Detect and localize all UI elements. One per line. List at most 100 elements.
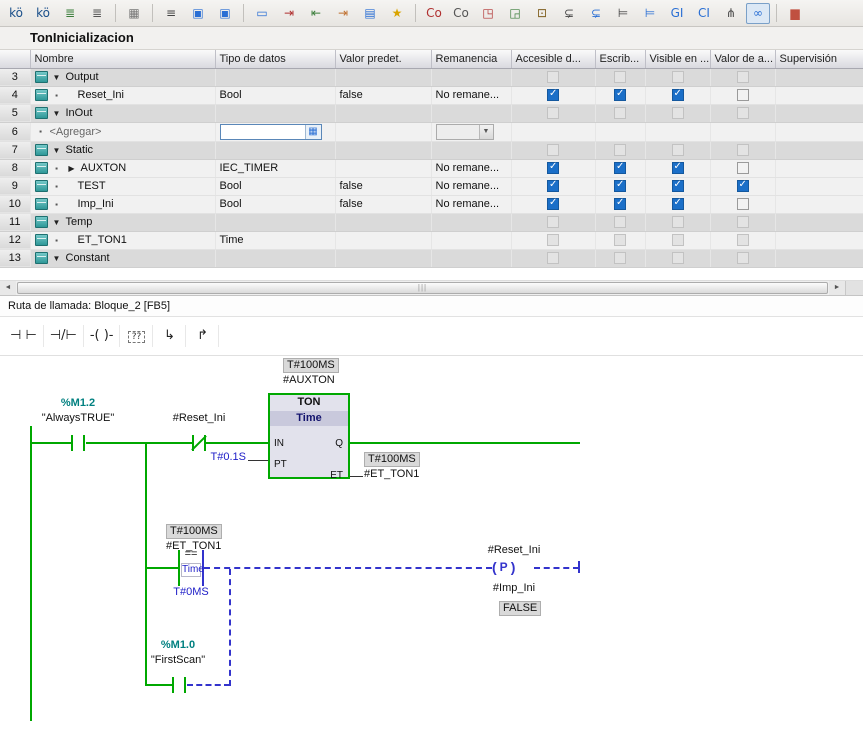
column-header[interactable]: Nombre (30, 50, 215, 68)
column-header[interactable]: Valor de a... (710, 50, 775, 68)
retain-cell[interactable] (431, 231, 511, 249)
remove-eno-icon[interactable]: Co (449, 3, 473, 24)
checkbox-cell[interactable] (511, 177, 595, 195)
maximize-interface-icon[interactable]: ▣ (186, 3, 210, 24)
interface-row[interactable]: 8▪▶AUXTONIEC_TIMERNo remane... (0, 159, 863, 177)
variable-name[interactable]: Imp_Ini (78, 198, 114, 210)
interface-row[interactable]: 9▪TESTBoolfalseNo remane... (0, 177, 863, 195)
insert-nc-contact-icon[interactable]: ⊣/⊢ (45, 322, 82, 350)
interface-row[interactable]: 13▼Constant (0, 249, 863, 267)
collapse-triangle-icon[interactable]: ▼ (51, 109, 63, 118)
split-editor-icon[interactable]: ⋔ (719, 3, 743, 24)
datatype-cell[interactable]: Bool (215, 177, 335, 195)
default-value-cell[interactable] (335, 231, 431, 249)
collapse-triangle-icon[interactable]: ▼ (51, 73, 63, 82)
p-coil[interactable]: (P) (492, 560, 515, 574)
checkbox-cell[interactable] (595, 177, 645, 195)
variable-name[interactable]: Output (66, 71, 99, 83)
scroll-right-button[interactable]: ► (829, 281, 845, 295)
variable-name[interactable]: AUXTON (81, 162, 127, 174)
row-number[interactable]: 9 (0, 177, 30, 195)
interface-row[interactable]: 3 ▼Output (0, 68, 863, 86)
default-value-cell[interactable] (335, 122, 431, 141)
row-number[interactable]: 8 (0, 159, 30, 177)
apply-snapshot-icon[interactable]: ⇥ (331, 3, 355, 24)
checkbox-cell[interactable] (595, 195, 645, 213)
coil-operand[interactable]: #Reset_Ini (478, 544, 550, 556)
checkbox-visible[interactable] (672, 180, 684, 192)
column-header[interactable]: Valor predet. (335, 50, 431, 68)
retain-cell[interactable]: No remane... (431, 177, 511, 195)
variable-name[interactable]: Reset_Ini (78, 89, 124, 101)
row-number[interactable]: 3 (0, 68, 30, 86)
contact-operand[interactable]: %M1.0 (146, 639, 210, 651)
interface-row[interactable]: 7▼Static (0, 141, 863, 159)
name-cell[interactable]: ▪▶AUXTON (30, 159, 215, 177)
close-branch-box-icon[interactable]: ◲ (503, 3, 527, 24)
open-branch-box-icon[interactable]: ◳ (476, 3, 500, 24)
expand-members-icon[interactable]: ≡ (159, 3, 183, 24)
minimize-interface-icon[interactable]: ▣ (213, 3, 237, 24)
datatype-cell[interactable] (215, 104, 335, 122)
column-header[interactable]: Visible en ... (645, 50, 710, 68)
checkbox-cell[interactable] (645, 195, 710, 213)
row-number[interactable]: 11 (0, 213, 30, 231)
go-to-previous-icon[interactable]: GI (665, 3, 689, 24)
interface-row[interactable]: 4▪Reset_IniBoolfalseNo remane... (0, 86, 863, 104)
load-snapshot-icon[interactable]: ⇥ (277, 3, 301, 24)
checkbox-accesible[interactable] (547, 198, 559, 210)
default-value-cell[interactable] (335, 141, 431, 159)
checkbox-cell[interactable] (710, 159, 775, 177)
assignment-icon[interactable]: ⊨ (611, 3, 635, 24)
insert-empty-box-icon[interactable]: ?? (121, 322, 151, 350)
checkbox-accesible[interactable] (547, 162, 559, 174)
checkbox-cell[interactable] (595, 159, 645, 177)
scroll-left-button[interactable]: ◄ (0, 281, 16, 295)
checkbox-escribible[interactable] (614, 162, 626, 174)
generate-eno-icon[interactable]: Co (422, 3, 446, 24)
checkbox-cell[interactable] (595, 86, 645, 104)
datatype-cell[interactable]: IEC_TIMER (215, 159, 335, 177)
retain-cell[interactable]: ▼ (431, 122, 511, 141)
add-row-icon[interactable]: ≣ (85, 3, 109, 24)
variable-name[interactable]: Temp (66, 216, 93, 228)
datatype-cell[interactable] (215, 213, 335, 231)
row-number[interactable]: 5 (0, 104, 30, 122)
checkbox-accesible[interactable] (547, 180, 559, 192)
pt-literal[interactable]: T#0.1S (208, 451, 246, 463)
insert-box-icon[interactable]: ⊡ (530, 3, 554, 24)
keep-actual-values-icon[interactable]: kö (4, 3, 28, 24)
checkbox-cell[interactable] (511, 195, 595, 213)
compare-contact[interactable]: == Time (178, 550, 204, 586)
datatype-combobox[interactable]: ▦ (220, 124, 322, 140)
datatype-cell[interactable] (215, 249, 335, 267)
checkbox-cell[interactable] (645, 86, 710, 104)
name-cell[interactable]: ▪<Agregar> (30, 122, 215, 141)
interface-row[interactable]: 12▪ET_TON1Time (0, 231, 863, 249)
scrollbar-thumb[interactable]: ||| (17, 282, 828, 294)
horizontal-scrollbar[interactable]: ◄ ||| ► (0, 280, 863, 295)
checkbox-visible[interactable] (672, 162, 684, 174)
favorites-icon[interactable]: ★ (385, 3, 409, 24)
name-cell[interactable]: ▼Static (30, 141, 215, 159)
column-header[interactable]: Tipo de datos (215, 50, 335, 68)
checkbox-escribible[interactable] (614, 89, 626, 101)
datatype-cell[interactable]: Bool (215, 195, 335, 213)
checkbox-valor-arranque[interactable] (737, 162, 749, 174)
coil-aux-operand[interactable]: #Imp_Ini (478, 582, 550, 594)
ton-timer-block[interactable]: TON Time IN PT Q ET (268, 393, 350, 479)
variable-name[interactable]: TEST (78, 180, 106, 192)
checkbox-escribible[interactable] (614, 198, 626, 210)
interface-row[interactable]: 11▼Temp (0, 213, 863, 231)
checkbox-cell[interactable] (645, 159, 710, 177)
data-block-icon[interactable]: ▆ (783, 3, 807, 24)
name-cell[interactable]: ▼Temp (30, 213, 215, 231)
compare-literal[interactable]: T#0MS (168, 586, 214, 598)
default-value-cell[interactable] (335, 159, 431, 177)
checkbox-escribible[interactable] (614, 180, 626, 192)
checkbox-accesible[interactable] (547, 89, 559, 101)
default-value-cell[interactable] (335, 213, 431, 231)
contact-operand[interactable]: #Reset_Ini (163, 412, 235, 424)
datatype-cell[interactable]: Bool (215, 86, 335, 104)
variable-name[interactable]: ET_TON1 (78, 234, 127, 246)
